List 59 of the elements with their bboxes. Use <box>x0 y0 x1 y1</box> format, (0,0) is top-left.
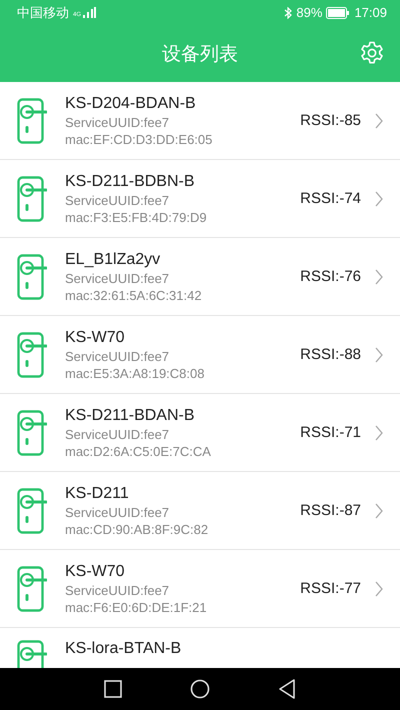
battery-percent: 89% <box>296 5 322 20</box>
carrier-name: 中国移动 <box>17 4 69 22</box>
service-uuid: ServiceUUID:fee7 <box>65 504 170 520</box>
mac-address: mac:CD:90:AB:8F:9C:82 <box>65 522 210 536</box>
home-icon[interactable] <box>190 679 210 699</box>
door-lock-icon <box>17 98 47 144</box>
mac-address: mac:EF:CD:D3:DD:E6:05 <box>65 132 214 146</box>
device-row[interactable]: KS-D211 ServiceUUID:fee7 mac:CD:90:AB:8F:9C:82 RSSI:-87 <box>0 472 400 550</box>
door-lock-icon <box>17 410 47 456</box>
battery-icon <box>326 6 350 18</box>
chevron-icon <box>375 112 383 128</box>
device-name: KS-D211 <box>65 484 130 502</box>
device-row[interactable]: EL_B1lZa2yv ServiceUUID:fee7 mac:32:61:5A:6C:31:42 RSSI:-76 <box>0 238 400 316</box>
device-row[interactable]: KS-D204-BDAN-B ServiceUUID:fee7 mac:EF:CD:D3:DD:E6:05 RSSI:-85 <box>0 82 400 160</box>
service-uuid: ServiceUUID:fee7 <box>65 192 170 208</box>
service-uuid: ServiceUUID:fee7 <box>65 270 170 286</box>
page-title: 设备列表 <box>162 42 238 66</box>
back-icon[interactable] <box>278 679 296 699</box>
rssi-value: RSSI:-88 <box>300 346 361 363</box>
device-name: KS-D204-BDAN-B <box>65 94 197 112</box>
bluetooth-icon <box>284 6 292 18</box>
door-lock-icon <box>17 488 47 534</box>
chevron-icon <box>375 268 383 284</box>
device-row[interactable]: KS-D211-BDBN-B ServiceUUID:fee7 mac:F3:E5:FB:4D:79:D9 RSSI:-74 <box>0 160 400 238</box>
device-name: KS-W70 <box>65 328 126 346</box>
chevron-icon <box>375 346 383 362</box>
rssi-value: RSSI:-85 <box>300 112 361 129</box>
mac-address: mac:F3:E5:FB:4D:79:D9 <box>65 210 208 224</box>
mac-address: mac:32:61:5A:6C:31:42 <box>65 288 203 302</box>
rssi-value: RSSI:-87 <box>300 502 361 519</box>
door-lock-icon <box>17 176 47 222</box>
door-lock-icon <box>17 566 47 612</box>
device-name: EL_B1lZa2yv <box>65 250 162 268</box>
chevron-icon <box>375 190 383 206</box>
chevron-icon <box>375 580 383 596</box>
service-uuid: ServiceUUID:fee7 <box>65 348 170 364</box>
service-uuid: ServiceUUID:fee7 <box>65 426 170 442</box>
recents-icon[interactable] <box>104 680 122 698</box>
device-row[interactable]: KS-D211-BDAN-B ServiceUUID:fee7 mac:D2:6A:C5:0E:7C:CA RSSI:-71 <box>0 394 400 472</box>
device-name: KS-W70 <box>65 562 126 580</box>
device-name: KS-D211-BDBN-B <box>65 172 196 190</box>
service-uuid: ServiceUUID:fee7 <box>65 114 170 130</box>
rssi-value: RSSI:-74 <box>300 190 361 207</box>
mac-address: mac:F6:E0:6D:DE:1F:21 <box>65 600 208 614</box>
device-name: KS-D211-BDAN-B <box>65 406 196 424</box>
chevron-icon <box>375 502 383 518</box>
device-row[interactable]: KS-W70 ServiceUUID:fee7 mac:F6:E0:6D:DE:1F:21 RSSI:-77 <box>0 550 400 628</box>
device-name: KS-lora-BTAN-B <box>65 640 182 658</box>
door-lock-icon <box>17 332 47 378</box>
service-uuid: ServiceUUID:fee7 <box>65 582 170 598</box>
rssi-value: RSSI:-77 <box>300 580 361 597</box>
device-row[interactable]: KS-W70 ServiceUUID:fee7 mac:E5:3A:A8:19:C8:08 RSSI:-88 <box>0 316 400 394</box>
mac-address: mac:E5:3A:A8:19:C8:08 <box>65 366 206 380</box>
door-lock-icon <box>17 254 47 300</box>
chevron-icon <box>375 424 383 440</box>
rssi-value: RSSI:-76 <box>300 268 361 285</box>
clock: 17:09 <box>354 5 387 20</box>
rssi-value: RSSI:-71 <box>300 424 361 441</box>
mac-address: mac:D2:6A:C5:0E:7C:CA <box>65 444 212 458</box>
